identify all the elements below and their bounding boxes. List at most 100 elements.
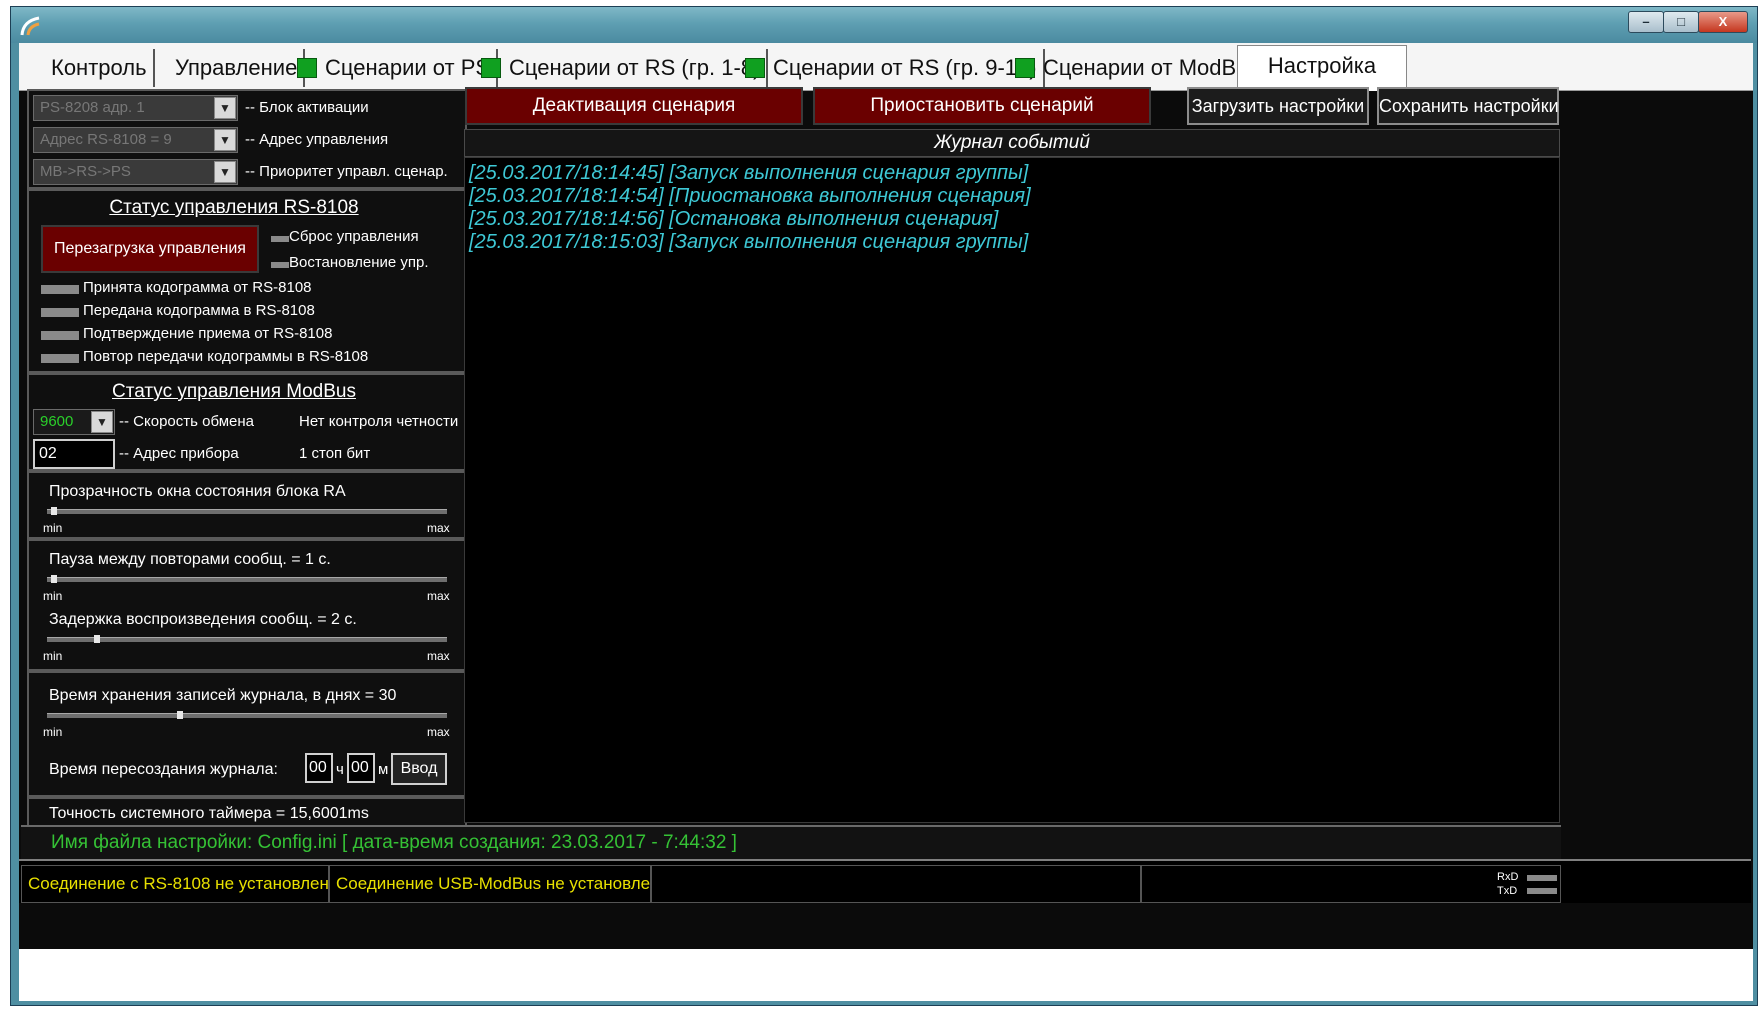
enter-button[interactable]: Ввод — [391, 753, 447, 785]
indicator-ack-label: Подтверждение приема от RS-8108 — [83, 325, 333, 342]
restore-label: Востановление упр. — [289, 254, 429, 271]
tab-upravlenie[interactable]: Управление — [169, 49, 306, 87]
activation-block-label: -- Блок активации — [245, 99, 369, 116]
selected-value: 9600 — [40, 413, 74, 430]
slider-min-label: min — [43, 521, 63, 535]
slider-thumb[interactable] — [51, 507, 57, 515]
tab-scenarios-modbus[interactable]: Сценарии от ModBus — [1009, 49, 1265, 87]
slider-thumb[interactable] — [94, 635, 100, 643]
app-window: – □ X Контроль Управление Сценарии от PS… — [10, 6, 1758, 1006]
slider-thumb[interactable] — [177, 711, 183, 719]
tab-label: Настройка — [1267, 53, 1377, 78]
activation-panel: PS-8208 адр. 1 ▼ -- Блок активации Адрес … — [27, 89, 467, 189]
transparency-slider[interactable] — [47, 507, 447, 515]
tab-label: Сценарии от RS (гр. 9-16) — [773, 55, 1037, 80]
status-led-icon — [297, 58, 317, 78]
status-empty-1 — [651, 865, 1141, 903]
device-address-field[interactable]: 02 — [33, 439, 115, 469]
hours-unit-label: ч — [336, 761, 344, 778]
status-led-icon — [745, 58, 765, 78]
log-entry: [25.03.2017/18:14:45] [Запуск выполнения… — [469, 162, 1029, 184]
tab-kontrol[interactable]: Контроль — [45, 49, 155, 87]
usb-connection-status: Соединение USB-ModBus не установлено! — [329, 865, 651, 903]
indicator-received-label: Принята кодограмма от RS-8108 — [83, 279, 312, 296]
slider-max-label: max — [427, 589, 450, 603]
tab-bar: Контроль Управление Сценарии от PS Сцена… — [19, 43, 1753, 91]
suspend-scenario-button[interactable]: Приостановить сценарий — [813, 87, 1151, 125]
tab-label: Сценарии от PS — [325, 55, 491, 80]
chevron-down-icon: ▼ — [91, 411, 113, 433]
pause-slider[interactable] — [47, 575, 447, 583]
hours-field[interactable]: 00 — [305, 753, 333, 783]
retention-slider[interactable] — [47, 711, 447, 719]
rs-status-panel: Статус управления RS-8108 Перезагрузка у… — [27, 189, 467, 373]
transparency-label: Прозрачность окна состояния блока RA — [49, 483, 346, 500]
app-logo-icon — [20, 16, 40, 36]
modbus-heading: Статус управления ModBus — [112, 381, 356, 402]
chevron-down-icon: ▼ — [214, 161, 236, 183]
selected-value: MB->RS->PS — [40, 163, 131, 180]
indicator-received — [41, 285, 79, 294]
slider-thumb[interactable] — [51, 575, 57, 583]
journal-panel: Время хранения записей журнала, в днях =… — [27, 671, 467, 797]
reset-indicator — [271, 236, 289, 242]
tab-label: Управление — [175, 55, 298, 80]
log-entry: [25.03.2017/18:15:03] [Запуск выполнения… — [469, 231, 1029, 253]
delay-label: Задержка воспроизведения сообщ. = 2 с. — [49, 611, 357, 628]
chevron-down-icon: ▼ — [214, 129, 236, 151]
delay-slider[interactable] — [47, 635, 447, 643]
priority-select[interactable]: MB->RS->PS ▼ — [33, 159, 238, 185]
tab-nastroyka[interactable]: Настройка — [1237, 45, 1407, 91]
rx-indicator — [1527, 875, 1557, 881]
event-log-title: Журнал событий — [464, 129, 1560, 157]
indicator-retry-label: Повтор передачи кодограммы в RS-8108 — [83, 348, 369, 365]
activation-block-select[interactable]: PS-8208 адр. 1 ▼ — [33, 95, 238, 121]
selected-value: Адрес RS-8108 = 9 — [40, 131, 172, 148]
indicator-ack — [41, 331, 79, 340]
deactivate-scenario-button[interactable]: Деактивация сценария — [465, 87, 803, 125]
slider-max-label: max — [427, 649, 450, 663]
stopbits-label: 1 стоп бит — [299, 445, 371, 462]
indicator-retry — [41, 354, 79, 363]
tab-label: Сценарии от RS (гр. 1-8) — [509, 55, 761, 80]
device-address-label: -- Адрес прибора — [119, 445, 239, 462]
recreate-label: Время пересоздания журнала: — [49, 761, 278, 778]
transparency-panel: Прозрачность окна состояния блока RA min… — [27, 471, 467, 539]
timer-label: Точность системного таймера = 15,6001ms — [49, 805, 369, 822]
pause-panel: Пауза между повторами сообщ. = 1 с. min … — [27, 539, 467, 671]
indicator-sent — [41, 308, 79, 317]
chevron-down-icon: ▼ — [214, 97, 236, 119]
save-settings-button[interactable]: Сохранить настройки — [1377, 87, 1559, 125]
minutes-unit-label: м — [378, 761, 389, 778]
control-address-label: -- Адрес управления — [245, 131, 389, 148]
control-address-select[interactable]: Адрес RS-8108 = 9 ▼ — [33, 127, 238, 153]
status-bar: Соединение с RS-8108 не установлено! Сое… — [19, 859, 1751, 903]
log-entry: [25.03.2017/18:14:54] [Приостановка выпо… — [469, 185, 1031, 207]
tab-scenarios-rs-9-16[interactable]: Сценарии от RS (гр. 9-16) — [739, 49, 1045, 87]
rs-status-heading: Статус управления RS-8108 — [109, 197, 359, 218]
config-file-info: Имя файла настройки: Config.ini [ дата-в… — [21, 825, 1561, 861]
baud-rate-select[interactable]: 9600 ▼ — [33, 409, 115, 435]
event-log[interactable]: [25.03.2017/18:14:45] [Запуск выполнения… — [464, 157, 1560, 823]
reset-label: Сброс управления — [289, 228, 419, 245]
tab-scenarios-ps[interactable]: Сценарии от PS — [291, 49, 499, 87]
load-settings-button[interactable]: Загрузить настройки — [1187, 87, 1369, 125]
close-button[interactable]: X — [1698, 11, 1748, 33]
reboot-control-button[interactable]: Перезагрузка управления — [41, 225, 259, 273]
rx-label: RxD — [1497, 871, 1519, 883]
parity-label: Нет контроля четности — [299, 413, 459, 430]
selected-value: PS-8208 адр. 1 — [40, 99, 145, 116]
restore-indicator — [271, 262, 289, 268]
minutes-field[interactable]: 00 — [347, 753, 375, 783]
retention-label: Время хранения записей журнала, в днях =… — [49, 687, 397, 704]
maximize-button[interactable]: □ — [1663, 11, 1699, 33]
minimize-button[interactable]: – — [1628, 11, 1664, 33]
slider-min-label: min — [43, 725, 63, 739]
slider-min-label: min — [43, 649, 63, 663]
rs-connection-status: Соединение с RS-8108 не установлено! — [21, 865, 329, 903]
title-bar[interactable]: – □ X — [11, 7, 1757, 43]
pause-label: Пауза между повторами сообщ. = 1 с. — [49, 551, 331, 568]
tab-scenarios-rs-1-8[interactable]: Сценарии от RS (гр. 1-8) — [475, 49, 769, 87]
log-entry: [25.03.2017/18:14:56] [Остановка выполне… — [469, 208, 999, 230]
slider-max-label: max — [427, 725, 450, 739]
